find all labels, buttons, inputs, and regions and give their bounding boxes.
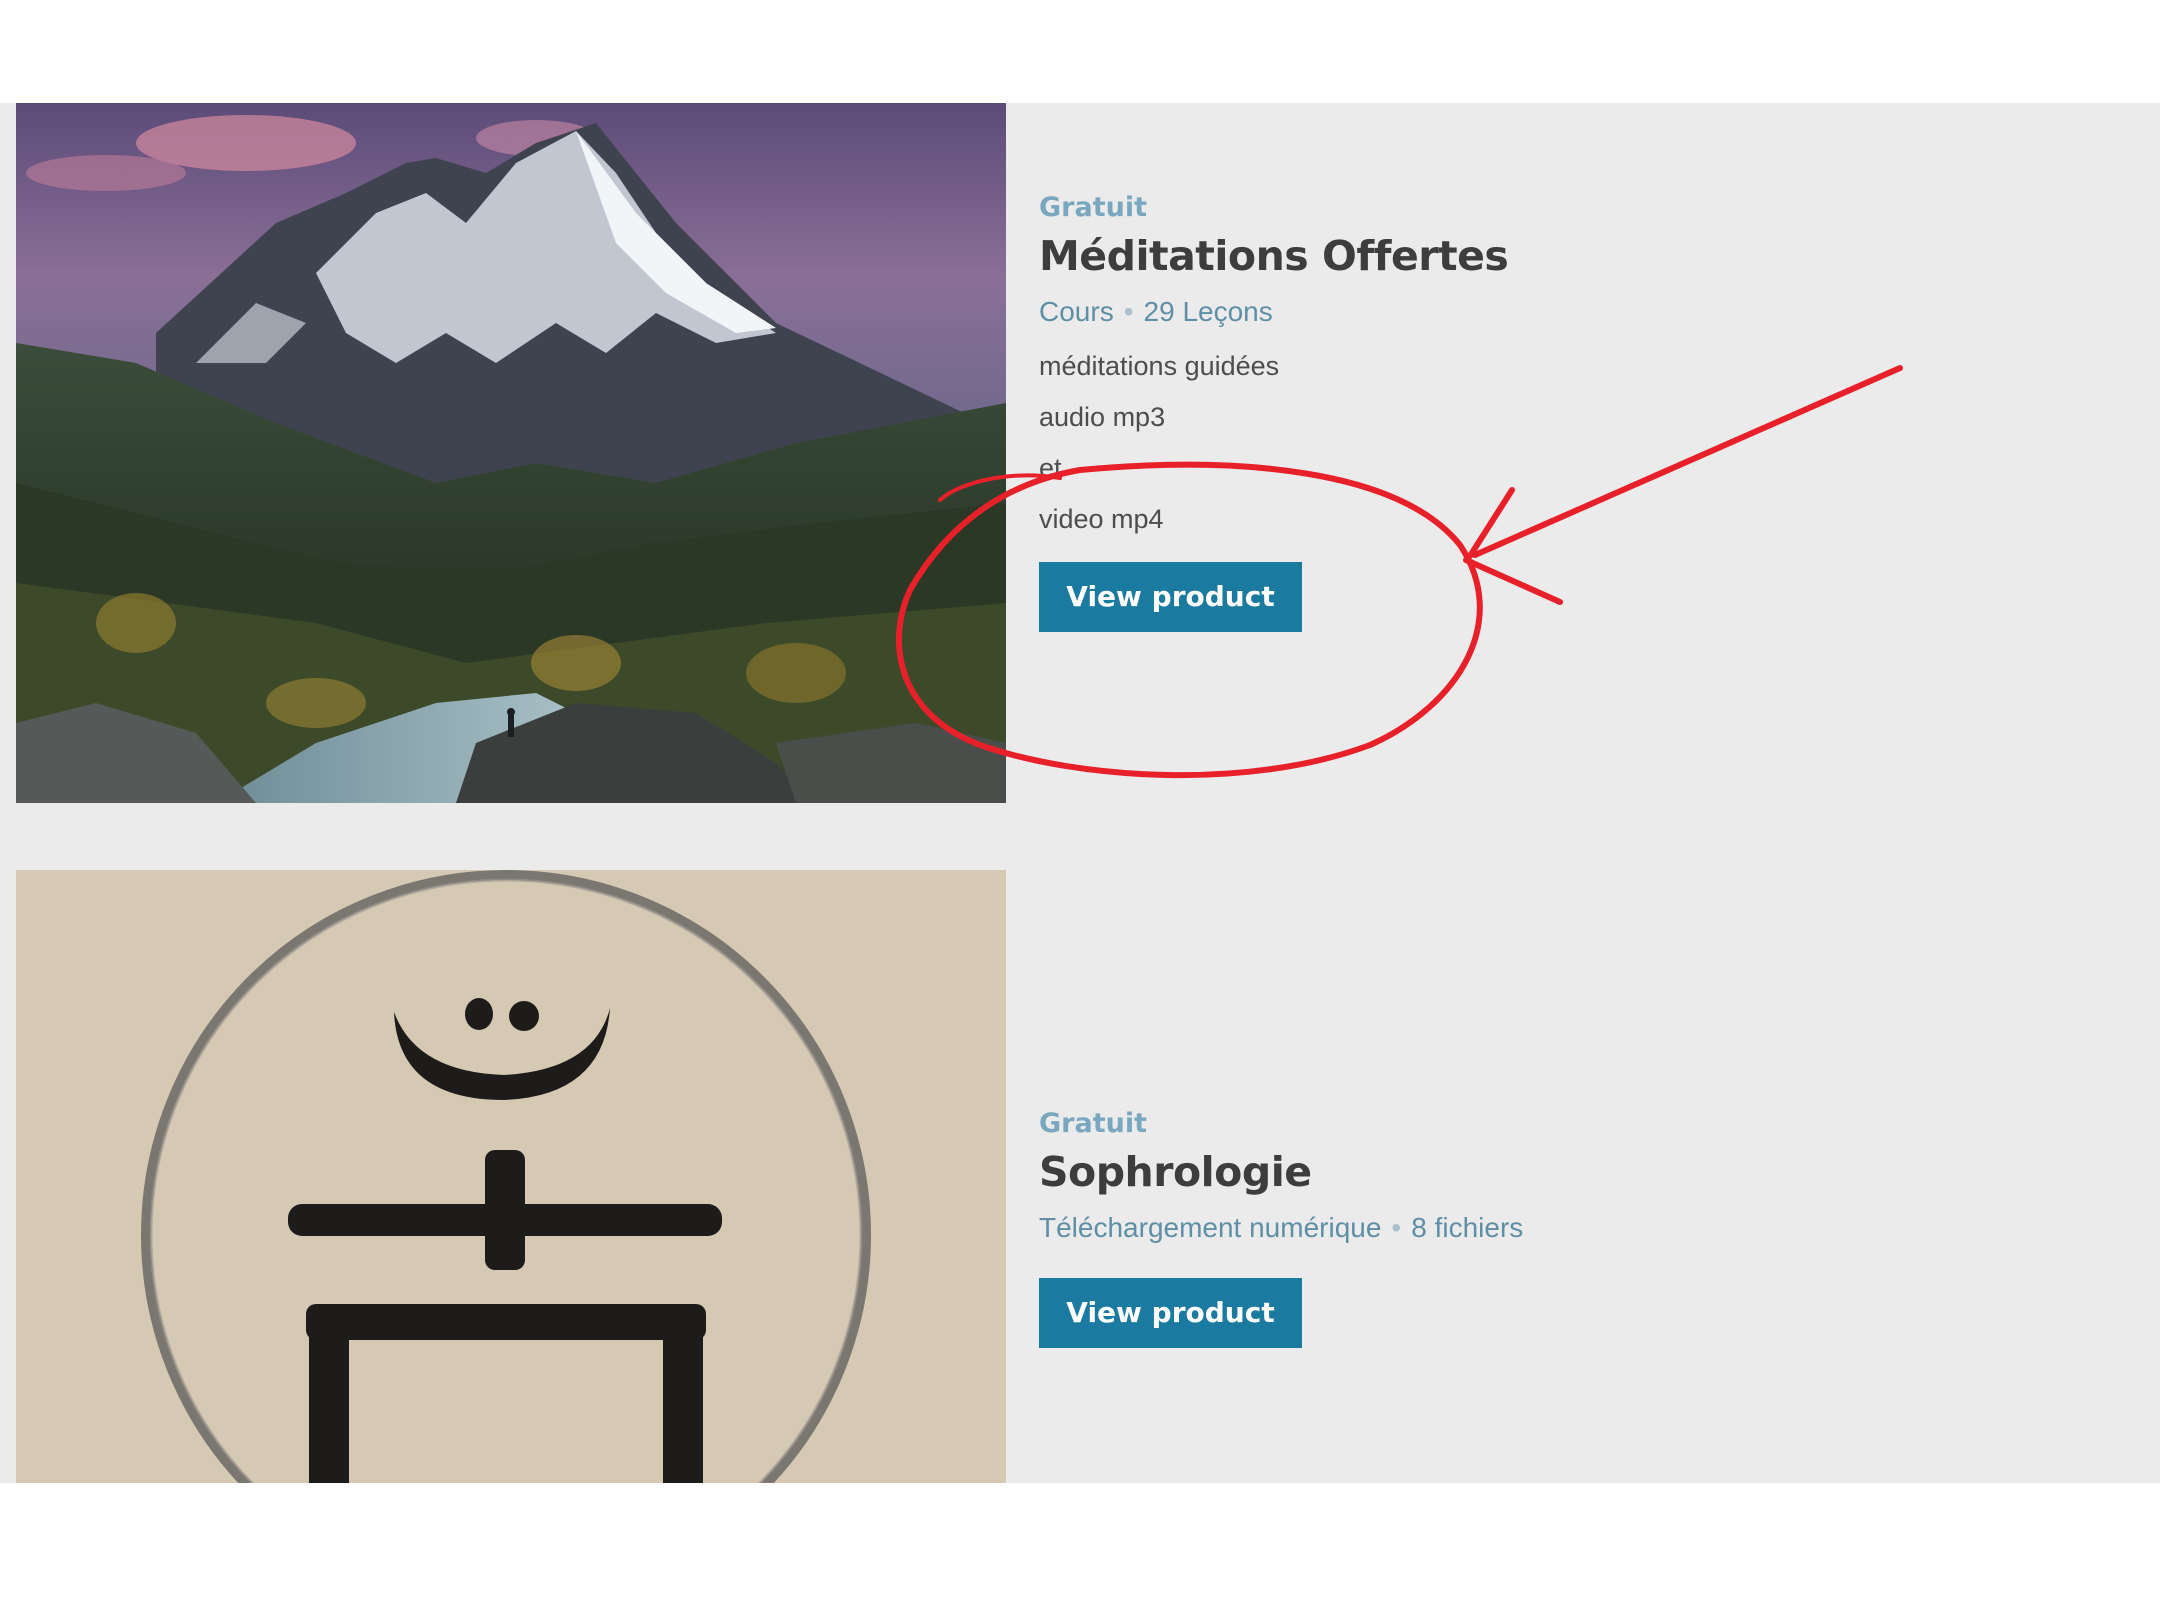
product-meta: Cours • 29 Leçons — [1039, 292, 1508, 332]
separator-dot: • — [1123, 296, 1134, 327]
page: Gratuit Méditations Offertes Cours • 29 Le… — [0, 0, 2160, 1620]
separator-dot: • — [1391, 1212, 1402, 1243]
product-card-meditations: Gratuit Méditations Offertes Cours • 29 Le… — [1039, 190, 1509, 632]
price-label: Gratuit — [1039, 192, 1147, 223]
file-count: 8 fichiers — [1411, 1212, 1524, 1243]
lesson-count: 29 Leçons — [1143, 296, 1273, 327]
view-product-button[interactable]: View product — [1039, 562, 1302, 632]
product-description: méditations guidées audio mp3 et video m… — [1039, 346, 1508, 550]
description-line: méditations guidées — [1039, 351, 1280, 381]
product-type: Cours — [1039, 296, 1114, 327]
sophrologie-product-image[interactable] — [16, 870, 1006, 1483]
product-type: Téléchargement numérique — [1039, 1212, 1382, 1243]
price-label: Gratuit — [1039, 1108, 1147, 1139]
description-line: et — [1039, 453, 1062, 483]
product-meta: Téléchargement numérique • 8 fichiers — [1039, 1208, 1523, 1248]
description-line: audio mp3 — [1039, 402, 1166, 432]
mountain-product-image[interactable] — [16, 103, 1006, 803]
product-card-sophrologie: Gratuit Sophrologie Téléchargement numér… — [1039, 1106, 1523, 1348]
mountain-illustration — [16, 103, 1006, 803]
description-line: video mp4 — [1039, 504, 1164, 534]
sophrology-logo — [16, 870, 1006, 1483]
view-product-button[interactable]: View product — [1039, 1278, 1302, 1348]
product-title[interactable]: Méditations Offertes — [1039, 228, 1509, 284]
product-title[interactable]: Sophrologie — [1039, 1144, 1523, 1200]
